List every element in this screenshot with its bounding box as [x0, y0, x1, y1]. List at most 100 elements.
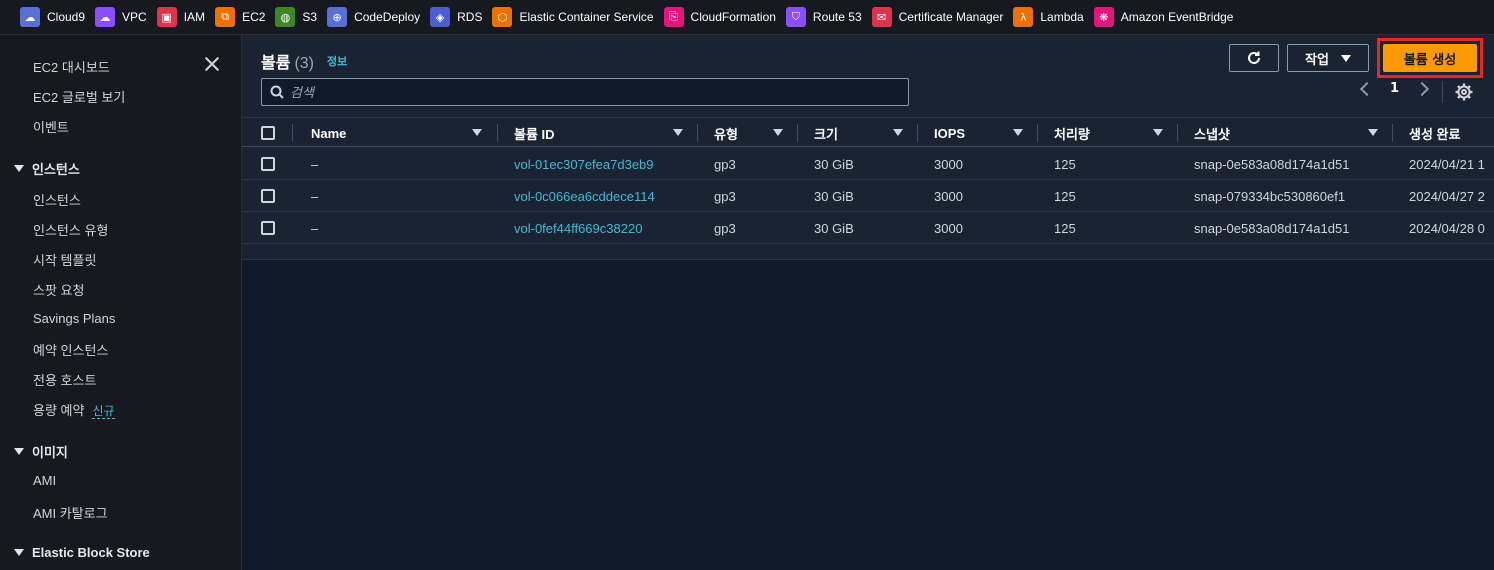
search-icon [270, 85, 284, 99]
sidebar-section-instances[interactable]: 인스턴스 [14, 159, 80, 178]
sidebar-item-savings-plans[interactable]: Savings Plans [33, 311, 115, 326]
service-shortcut-cloud9[interactable]: ☁ Cloud9 [20, 0, 85, 34]
column-header-snapshot[interactable]: 스냅샷 [1194, 118, 1230, 148]
create-volume-button[interactable]: 볼륨 생성 [1383, 44, 1477, 72]
sidebar-item-ec2-global-view[interactable]: EC2 글로벌 보기 [33, 87, 125, 106]
sort-icon[interactable] [1013, 129, 1023, 136]
column-header-created[interactable]: 생성 완료 [1409, 118, 1460, 148]
sidebar-item-spot-requests[interactable]: 스팟 요청 [33, 280, 84, 299]
service-shortcut-eventbridge[interactable]: ❋ Amazon EventBridge [1093, 0, 1234, 34]
volume-count: (3) [294, 55, 315, 72]
sidebar-section-ebs[interactable]: Elastic Block Store [14, 545, 150, 560]
volume-id-link[interactable]: vol-0fef44ff669c38220 [514, 212, 642, 244]
volume-id-link[interactable]: vol-0c066ea6cddece114 [514, 180, 655, 212]
sidebar-item-capacity-reservations[interactable]: 용량 예약 신규 [33, 400, 115, 419]
row-checkbox[interactable] [261, 221, 275, 235]
sidebar-item-reserved-instances[interactable]: 예약 인스턴스 [33, 340, 108, 359]
column-divider [292, 124, 293, 142]
service-label: EC2 [242, 10, 266, 24]
table-row[interactable]: – vol-0c066ea6cddece114 gp3 30 GiB 3000 … [242, 180, 1494, 212]
service-shortcut-rds[interactable]: ◈ RDS [430, 0, 483, 34]
column-divider[interactable] [1392, 124, 1393, 142]
row-checkbox[interactable] [261, 189, 275, 203]
actions-dropdown[interactable]: 작업 [1287, 44, 1369, 72]
sidebar-item-ami[interactable]: AMI [33, 473, 56, 488]
column-header-type[interactable]: 유형 [714, 118, 738, 148]
column-divider[interactable] [1177, 124, 1178, 142]
column-divider[interactable] [797, 124, 798, 142]
column-divider[interactable] [1037, 124, 1038, 142]
service-shortcut-vpc[interactable]: ☁ VPC [95, 0, 147, 34]
service-label: VPC [122, 10, 147, 24]
chevron-right-icon[interactable] [1414, 81, 1430, 96]
sidebar-item-instance-types[interactable]: 인스턴스 유형 [33, 220, 108, 239]
chevron-left-icon[interactable] [1359, 81, 1375, 96]
caret-down-icon [1340, 54, 1351, 62]
close-icon[interactable] [203, 55, 221, 73]
divider [1442, 81, 1443, 103]
service-shortcut-iam[interactable]: ▣ IAM [156, 0, 206, 34]
codedeploy-icon: ⊕ [327, 7, 348, 27]
service-label: Amazon EventBridge [1120, 10, 1234, 24]
volume-id-link[interactable]: vol-01ec307efea7d3eb9 [514, 148, 654, 180]
service-shortcut-ec2[interactable]: ⧉ EC2 [215, 0, 266, 34]
sidebar-section-images[interactable]: 이미지 [14, 442, 68, 461]
sort-icon[interactable] [893, 129, 903, 136]
sidebar-item-launch-templates[interactable]: 시작 템플릿 [33, 250, 96, 269]
sidebar-item-ec2-dashboard[interactable]: EC2 대시보드 [33, 57, 110, 76]
column-divider[interactable] [497, 124, 498, 142]
column-divider[interactable] [917, 124, 918, 142]
sort-icon[interactable] [1153, 129, 1163, 136]
service-shortcut-lambda[interactable]: λ Lambda [1013, 0, 1084, 34]
ec2-icon: ⧉ [215, 7, 236, 27]
sidebar-item-instances[interactable]: 인스턴스 [33, 190, 81, 209]
service-shortcut-cloudformation[interactable]: ⎘ CloudFormation [663, 0, 776, 34]
table-row[interactable]: – vol-01ec307efea7d3eb9 gp3 30 GiB 3000 … [242, 148, 1494, 180]
select-all-checkbox[interactable] [261, 126, 275, 140]
service-label: RDS [457, 10, 483, 24]
gear-icon[interactable] [1455, 83, 1473, 101]
cell-size: 30 GiB [814, 220, 854, 236]
iam-icon: ▣ [156, 7, 177, 27]
sidebar-item-events[interactable]: 이벤트 [33, 117, 69, 136]
sort-icon[interactable] [773, 129, 783, 136]
search-input[interactable] [290, 84, 890, 100]
column-header-size[interactable]: 크기 [814, 118, 838, 148]
page-title-text: 볼륨 [261, 55, 291, 72]
new-badge: 신규 [92, 404, 115, 419]
search-field[interactable] [261, 78, 909, 106]
service-shortcut-certificate-manager[interactable]: ✉ Certificate Manager [871, 0, 1003, 34]
service-label: IAM [183, 10, 206, 24]
current-page[interactable]: 1 [1390, 81, 1399, 96]
sidebar-item-label: 용량 예약 [33, 403, 85, 418]
row-checkbox[interactable] [261, 157, 275, 171]
cloud9-icon: ☁ [20, 7, 40, 27]
ecs-icon: ⬡ [492, 7, 513, 27]
service-shortcut-ecs[interactable]: ⬡ Elastic Container Service [492, 0, 654, 34]
sort-icon[interactable] [673, 129, 683, 136]
sort-icon[interactable] [1368, 129, 1378, 136]
table-row[interactable]: – vol-0fef44ff669c38220 gp3 30 GiB 3000 … [242, 212, 1494, 244]
service-label: CloudFormation [690, 10, 776, 24]
column-divider[interactable] [697, 124, 698, 142]
service-label: Route 53 [812, 10, 862, 24]
service-shortcut-s3[interactable]: ◍ S3 [275, 0, 317, 34]
sidebar-item-ami-catalog[interactable]: AMI 카탈로그 [33, 503, 108, 522]
caret-down-icon [14, 448, 24, 455]
column-header-name[interactable]: Name [311, 118, 346, 148]
info-link[interactable]: 정보 [327, 53, 347, 69]
column-header-volume-id[interactable]: 볼륨 ID [514, 118, 555, 148]
column-header-iops[interactable]: IOPS [934, 118, 965, 148]
cell-snapshot: snap-079334bc530860ef1 [1194, 188, 1346, 204]
pagination: 1 [1359, 81, 1430, 96]
certificate-manager-icon: ✉ [871, 7, 892, 27]
cell-iops: 3000 [934, 188, 963, 204]
sort-icon[interactable] [472, 129, 482, 136]
refresh-button[interactable] [1229, 44, 1279, 72]
service-shortcut-route53[interactable]: ⛉ Route 53 [785, 0, 862, 34]
cell-size: 30 GiB [814, 156, 854, 172]
column-header-throughput[interactable]: 처리량 [1054, 118, 1090, 148]
sidebar-item-dedicated-hosts[interactable]: 전용 호스트 [33, 370, 96, 389]
table-header: Name 볼륨 ID 유형 크기 IOPS 처리량 스냅샷 생성 완료 [242, 117, 1494, 147]
service-shortcut-codedeploy[interactable]: ⊕ CodeDeploy [327, 0, 420, 34]
